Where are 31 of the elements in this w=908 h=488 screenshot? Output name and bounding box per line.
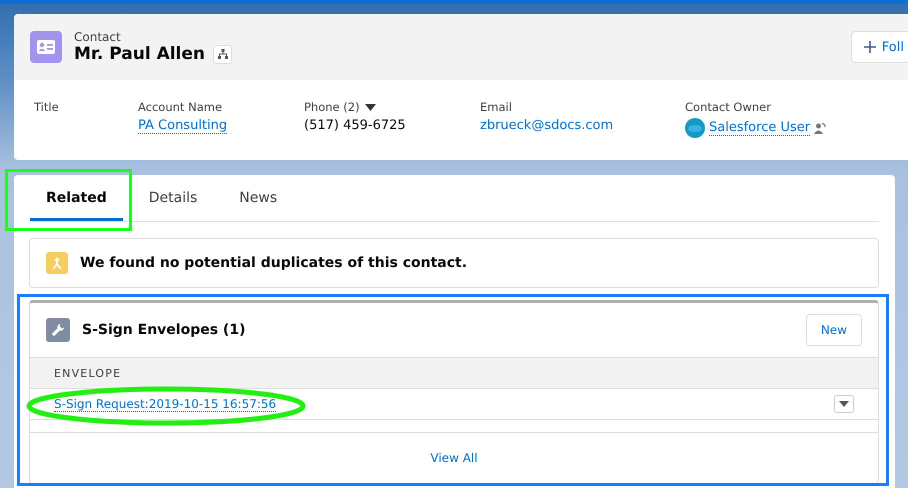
field-label: Phone (2) [304, 100, 360, 114]
plus-icon [864, 41, 876, 53]
field-link[interactable]: PA Consulting [138, 118, 228, 134]
notice-text: We found no potential duplicates of this contact. [80, 255, 468, 271]
field-label: Title [34, 100, 59, 114]
record-name: Mr. Paul Allen [74, 44, 206, 64]
cloud-logo-icon [685, 118, 705, 138]
tab[interactable]: News [223, 175, 294, 221]
object-type-label: Contact [74, 30, 122, 44]
email-link[interactable]: zbrueck@sdocs.com [480, 118, 614, 133]
related-list-title: S-Sign Envelopes (1) [82, 322, 246, 338]
new-button[interactable]: New [806, 314, 862, 346]
tab[interactable]: Details [132, 175, 214, 221]
merge-icon [46, 252, 68, 274]
field-link[interactable]: Salesforce User [709, 120, 810, 136]
hierarchy-button[interactable] [213, 44, 232, 64]
tab[interactable]: Related [30, 175, 123, 221]
caret-icon [839, 401, 849, 407]
field-label: Account Name [138, 100, 222, 114]
field-label: Contact Owner [685, 100, 771, 114]
column-header: ENVELOPE [54, 366, 122, 380]
follow-button[interactable]: Foll [850, 31, 908, 63]
field-label: Email [480, 100, 512, 114]
caret-icon[interactable] [364, 104, 376, 110]
change-owner-icon[interactable] [814, 122, 826, 134]
wrench-icon [46, 318, 70, 342]
view-all-link[interactable]: View All [430, 451, 478, 465]
hierarchy-icon [218, 49, 228, 59]
field-value: (517) 459-6725 [304, 118, 406, 133]
contact-card-icon [30, 31, 62, 63]
row-menu-button[interactable] [834, 395, 854, 413]
